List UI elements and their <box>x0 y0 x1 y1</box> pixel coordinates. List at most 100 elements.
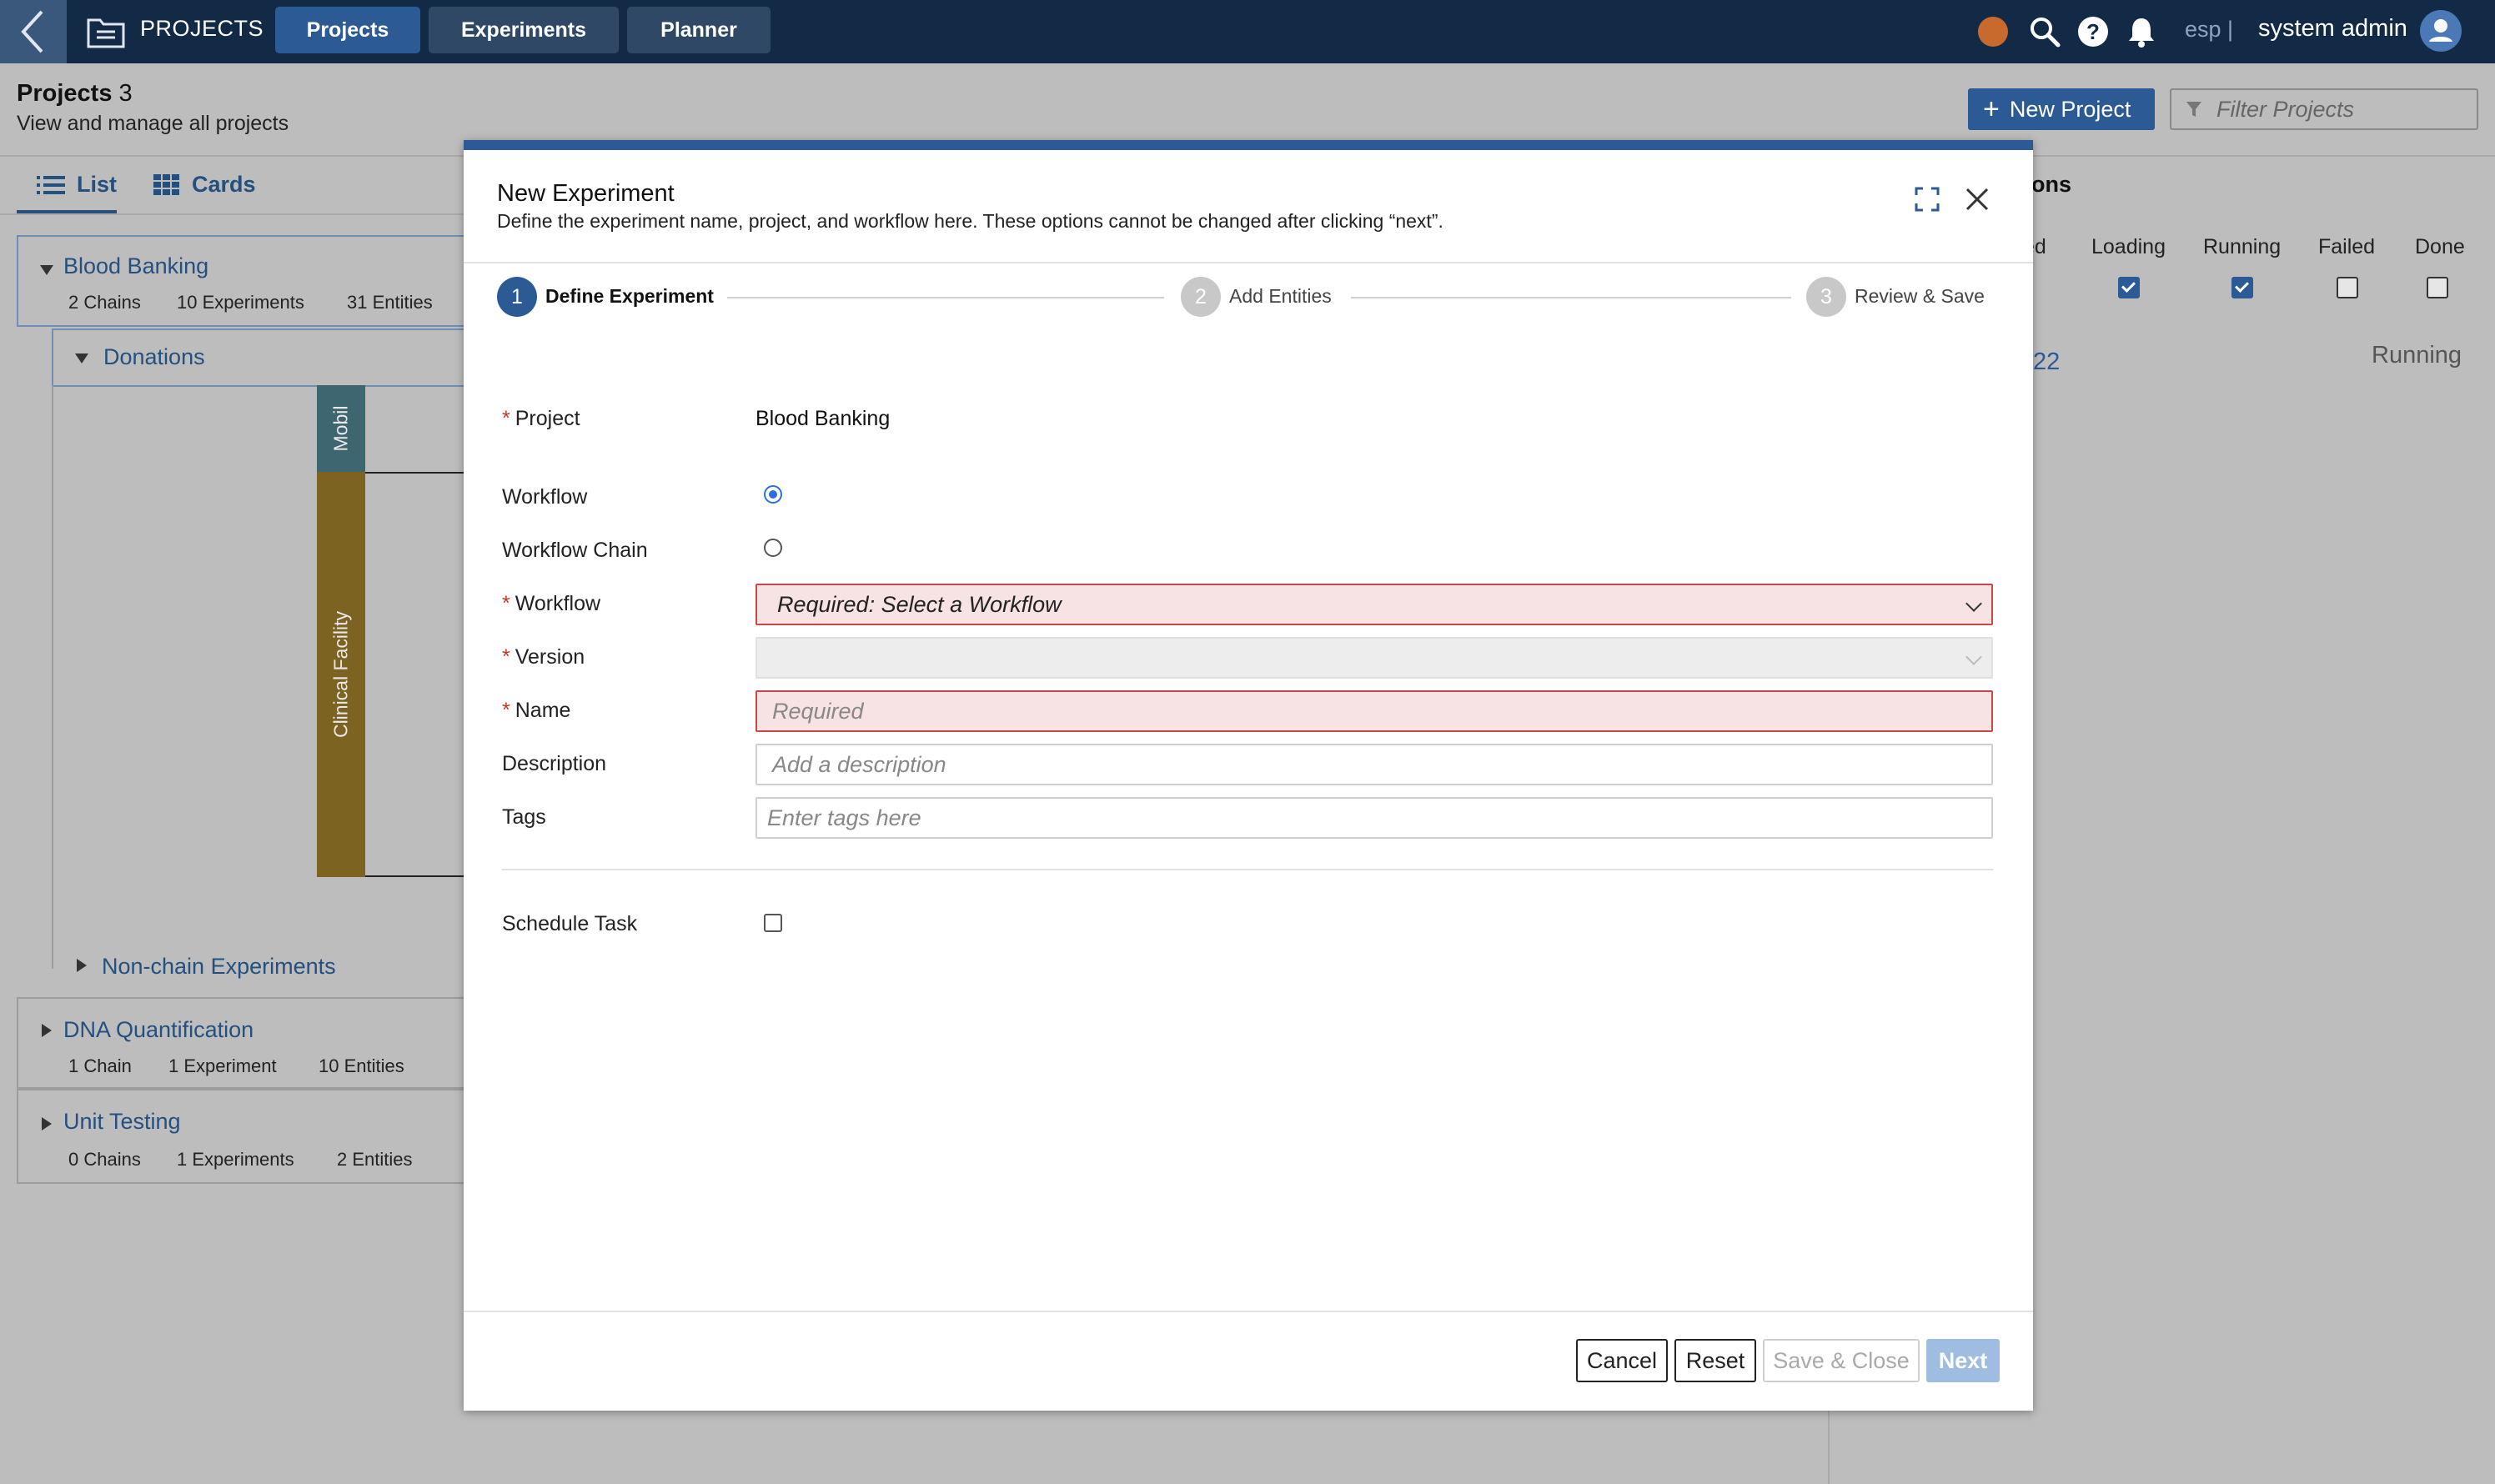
done-checkbox[interactable] <box>2427 277 2448 298</box>
help-icon[interactable]: ? <box>2076 15 2110 48</box>
lane-bottom <box>365 875 465 877</box>
tags-field[interactable]: Enter tags here <box>756 797 1993 839</box>
chain-row-donations[interactable]: Donations <box>52 328 472 387</box>
close-icon[interactable] <box>1965 187 1990 212</box>
list-icon <box>37 175 65 194</box>
name-field[interactable]: Required <box>756 690 1993 732</box>
project-count: 3 <box>118 80 133 107</box>
tab-cards[interactable]: Cards <box>153 172 256 198</box>
version-select[interactable] <box>756 637 1993 679</box>
project-name[interactable]: Blood Banking <box>63 253 208 279</box>
experiment-status: Running <box>2372 342 2462 368</box>
grid-icon <box>153 173 179 195</box>
save-close-button[interactable]: Save & Close <box>1763 1339 1920 1382</box>
user-icon <box>2429 19 2452 42</box>
project-value: Blood Banking <box>756 407 891 430</box>
project-experiments: 10 Experiments <box>177 292 304 313</box>
tab-planner[interactable]: Planner <box>627 7 771 53</box>
project-name[interactable]: Unit Testing <box>63 1109 181 1135</box>
chain-border <box>52 385 53 969</box>
step-connector <box>1351 297 1791 298</box>
schedule-task-checkbox[interactable] <box>764 914 782 932</box>
svg-text:?: ? <box>2086 19 2100 44</box>
chevron-left-icon <box>21 10 43 53</box>
step-2-label: Add Entities <box>1229 285 1332 307</box>
filter-projects-input[interactable]: Filter Projects <box>2170 88 2478 130</box>
folder-icon <box>87 18 125 48</box>
new-experiment-dialog: New Experiment Define the experiment nam… <box>464 140 2033 1411</box>
description-field[interactable]: Add a description <box>756 744 1993 785</box>
project-entities: 31 Entities <box>347 292 433 313</box>
column-header-done: Done <box>2415 235 2465 258</box>
tabs-divider <box>0 213 467 215</box>
workflow-select-label: * Workflow <box>502 592 601 615</box>
project-row-unit-testing[interactable]: Unit Testing 0 Chains 1 Experiments 2 En… <box>17 1089 470 1184</box>
chain-name[interactable]: Donations <box>103 344 205 370</box>
non-chain-experiments[interactable]: Non-chain Experiments <box>102 954 336 980</box>
workflow-chain-radio-label: Workflow Chain <box>502 539 648 562</box>
caret-down-icon[interactable] <box>40 265 53 275</box>
cancel-button[interactable]: Cancel <box>1576 1339 1668 1382</box>
project-entities: 10 Entities <box>319 1055 404 1076</box>
project-row-dna-quantification[interactable]: DNA Quantification 1 Chain 1 Experiment … <box>17 997 470 1089</box>
schedule-task-label: Schedule Task <box>502 912 638 935</box>
name-label: * Name <box>502 699 571 722</box>
filter-icon <box>2186 102 2201 117</box>
project-row-blood-banking[interactable]: Blood Banking 2 Chains 10 Experiments 31… <box>17 235 470 327</box>
version-label: * Version <box>502 645 585 669</box>
workflow-chain-radio[interactable] <box>764 539 782 557</box>
workflow-select[interactable]: Required: Select a Workflow <box>756 584 1993 625</box>
page-subtitle: View and manage all projects <box>17 112 289 135</box>
running-checkbox[interactable] <box>2231 277 2253 298</box>
tab-list[interactable]: List <box>37 172 117 198</box>
loading-checkbox[interactable] <box>2118 277 2140 298</box>
workflow-radio-label: Workflow <box>502 485 588 509</box>
step-connector <box>727 297 1164 298</box>
project-entities: 2 Entities <box>337 1149 413 1170</box>
right-panel-title: ons <box>2031 172 2072 197</box>
bell-icon[interactable] <box>2125 15 2158 48</box>
reset-button[interactable]: Reset <box>1674 1339 1756 1382</box>
project-experiments: 1 Experiments <box>177 1149 294 1170</box>
page-title: Projects 3 <box>17 80 133 107</box>
form-divider <box>502 869 1993 870</box>
expand-icon[interactable] <box>1915 187 1940 212</box>
caret-right-icon[interactable] <box>42 1024 52 1037</box>
dialog-accent-bar <box>464 140 2033 150</box>
avatar[interactable] <box>2420 10 2462 52</box>
caret-down-icon[interactable] <box>75 353 88 363</box>
project-label: * Project <box>502 407 580 430</box>
back-button[interactable] <box>0 0 67 63</box>
tab-experiments[interactable]: Experiments <box>429 7 619 53</box>
project-experiments: 1 Experiment <box>168 1055 277 1076</box>
user-name[interactable]: system admin <box>2258 15 2407 43</box>
dialog-subtitle: Define the experiment name, project, and… <box>497 210 1443 232</box>
caret-right-icon[interactable] <box>42 1117 52 1131</box>
lane-divider <box>365 472 465 474</box>
step-1-label: Define Experiment <box>545 285 714 307</box>
column-header-failed: Failed <box>2318 235 2376 258</box>
status-indicator[interactable] <box>1978 17 2008 47</box>
project-chains: 0 Chains <box>68 1149 141 1170</box>
failed-checkbox[interactable] <box>2337 277 2358 298</box>
language-selector[interactable]: esp | <box>2185 17 2233 43</box>
workflow-radio[interactable] <box>764 485 782 504</box>
caret-right-icon[interactable] <box>77 959 87 972</box>
step-3-label: Review & Save <box>1855 285 1985 307</box>
lane-clinical-facility: Clinical Facility <box>317 472 365 877</box>
dialog-header-divider <box>464 262 2033 263</box>
chevron-down-icon <box>1965 649 1982 665</box>
app-title: PROJECTS <box>140 16 264 41</box>
next-button[interactable]: Next <box>1926 1339 2000 1382</box>
step-1-circle: 1 <box>497 277 537 317</box>
new-project-button[interactable]: + New Project <box>1968 88 2155 130</box>
column-header-loading: Loading <box>2091 235 2166 258</box>
description-label: Description <box>502 752 607 775</box>
search-icon[interactable] <box>2028 15 2061 48</box>
project-name[interactable]: DNA Quantification <box>63 1017 254 1043</box>
experiment-link[interactable]: 22 <box>2033 348 2060 376</box>
project-chains: 1 Chain <box>68 1055 132 1076</box>
plus-icon: + <box>1983 93 2000 125</box>
step-3-circle: 3 <box>1806 277 1846 317</box>
tab-projects[interactable]: Projects <box>275 7 420 53</box>
